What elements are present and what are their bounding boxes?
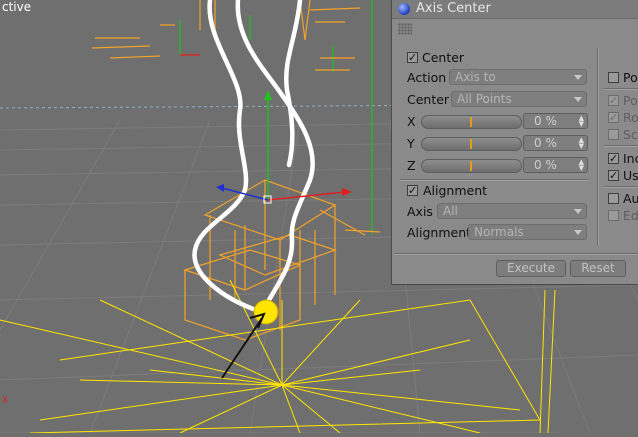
center-checkbox-label: Center (422, 50, 465, 65)
right-option-label-3: Ro (623, 110, 638, 125)
z-value: 0 % (534, 158, 557, 172)
axis-center-dialog: Axis Center ✓ Center Action Axis to Cent… (391, 0, 638, 285)
column-divider (597, 48, 599, 246)
svg-text:x: x (2, 394, 8, 405)
dialog-title: Axis Center (416, 1, 491, 16)
alignment-checkbox[interactable]: ✓ (407, 185, 418, 196)
x-label: X (407, 114, 416, 129)
right-option-checkbox-6[interactable]: ✓ (608, 170, 619, 181)
right-option-checkbox-3[interactable]: ✓ (608, 112, 619, 123)
grip-icon[interactable] (398, 23, 412, 35)
right-option-label-7: Au (623, 191, 638, 206)
selected-point (253, 299, 279, 325)
slider-knob[interactable] (470, 161, 472, 171)
right-option-checkbox-7[interactable] (608, 193, 619, 204)
spline-path (192, 0, 315, 315)
center-checkbox[interactable]: ✓ (407, 52, 418, 63)
z-label: Z (407, 158, 416, 173)
slider-knob[interactable] (470, 117, 472, 127)
alignment-mode-dropdown[interactable]: Normals (468, 224, 587, 240)
center-mode-label: Center (407, 92, 450, 107)
alignment-mode-label: Alignment (407, 225, 472, 240)
spinner-icon[interactable]: ▲ ▼ (579, 137, 584, 150)
divider (394, 253, 638, 255)
viewport-label: ctive (2, 0, 32, 14)
center-mode-value: All Points (457, 92, 512, 106)
divider (604, 88, 638, 90)
action-dropdown[interactable]: Axis to (449, 69, 587, 85)
right-option-checkbox-2[interactable]: ✓ (608, 95, 619, 106)
right-option-checkbox-1[interactable] (608, 72, 619, 83)
right-option-label-8: Ed (623, 208, 638, 223)
action-value: Axis to (455, 70, 496, 84)
x-value: 0 % (534, 114, 557, 128)
right-option-checkbox-8[interactable] (608, 210, 619, 221)
chevron-down-icon (574, 230, 582, 235)
selection-rays (0, 279, 556, 434)
right-option-label-6: Us (623, 168, 638, 183)
spinner-icon[interactable]: ▲ ▼ (579, 115, 584, 128)
axis-value: All (443, 204, 458, 218)
y-value: 0 % (534, 136, 557, 150)
cinema4d-logo-icon (398, 3, 410, 15)
center-mode-dropdown[interactable]: All Points (451, 91, 587, 107)
x-slider[interactable] (421, 115, 522, 129)
chevron-down-icon (574, 209, 582, 214)
right-option-label-1: Po (623, 70, 638, 85)
right-option-checkbox-4[interactable] (608, 129, 619, 140)
right-option-label-2: Po (623, 93, 638, 108)
right-option-label-5: Inc (623, 151, 638, 166)
alignment-mode-value: Normals (474, 225, 524, 239)
z-slider[interactable] (421, 159, 522, 173)
y-slider[interactable] (421, 137, 522, 151)
annotation-arrow (221, 312, 266, 379)
x-field[interactable]: 0 % ▲ ▼ (523, 113, 588, 129)
y-label: Y (407, 136, 415, 151)
chevron-down-icon (574, 97, 582, 102)
spinner-icon[interactable]: ▲ ▼ (579, 159, 584, 172)
axis-dropdown[interactable]: All (437, 203, 587, 219)
action-label: Action (407, 70, 447, 85)
divider (604, 186, 638, 188)
chevron-down-icon (574, 75, 582, 80)
execute-button[interactable]: Execute (496, 260, 566, 277)
reset-button[interactable]: Reset (570, 260, 626, 277)
alignment-checkbox-label: Alignment (423, 183, 488, 198)
right-option-checkbox-5[interactable]: ✓ (608, 153, 619, 164)
axis-label: Axis (407, 204, 433, 219)
y-field[interactable]: 0 % ▲ ▼ (523, 135, 588, 151)
divider (400, 179, 589, 181)
slider-knob[interactable] (470, 139, 472, 149)
divider (604, 145, 638, 147)
right-option-label-4: Sc (623, 127, 638, 142)
dialog-titlebar[interactable]: Axis Center (392, 0, 638, 19)
z-field[interactable]: 0 % ▲ ▼ (523, 157, 588, 173)
